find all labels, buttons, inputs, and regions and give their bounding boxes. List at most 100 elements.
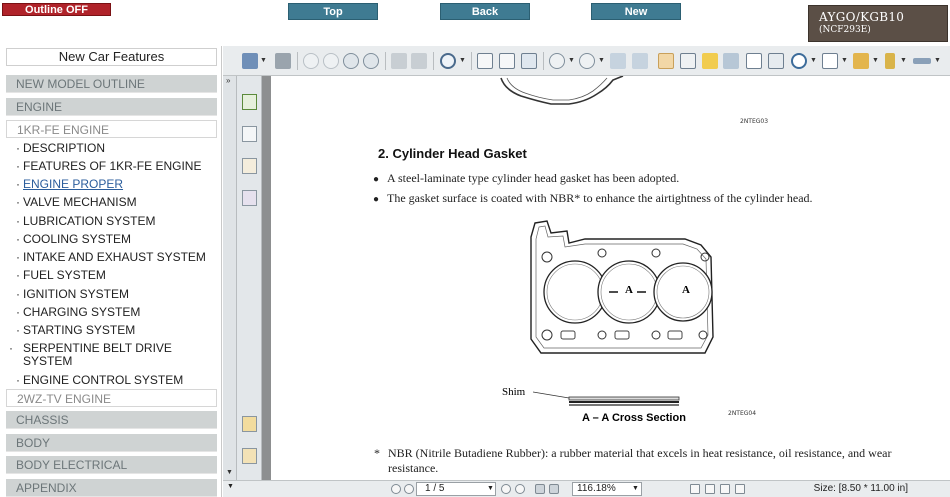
- attach-icon[interactable]: [885, 53, 895, 69]
- last-page-icon[interactable]: [363, 53, 379, 69]
- chevron-down-icon[interactable]: ▼: [841, 57, 848, 64]
- save-icon[interactable]: [242, 53, 258, 69]
- chevron-down-icon[interactable]: ▼: [487, 485, 494, 492]
- chevron-down-icon[interactable]: ▼: [632, 485, 639, 492]
- page-number-value: 1 / 5: [425, 483, 445, 494]
- page-number-field[interactable]: 1 / 5: [416, 482, 496, 496]
- chevron-down-icon[interactable]: ▼: [260, 57, 267, 64]
- back-arrow-icon[interactable]: [535, 484, 545, 494]
- forward-arrow-icon[interactable]: [411, 53, 427, 69]
- zoom-in-tool-icon[interactable]: [440, 53, 456, 69]
- nav-item-engine-proper[interactable]: · ENGINE PROPER: [16, 178, 212, 191]
- nav-item-ignition[interactable]: · IGNITION SYSTEM: [16, 288, 212, 301]
- nav-item-cooling[interactable]: · COOLING SYSTEM: [16, 233, 212, 246]
- next-page-icon[interactable]: [501, 484, 511, 494]
- actual-size-icon[interactable]: [477, 53, 493, 69]
- shim-label: Shim: [502, 386, 526, 398]
- rotate-icon[interactable]: [610, 53, 626, 69]
- figure-fragment: [500, 76, 624, 105]
- zoom-out-icon[interactable]: [549, 53, 565, 69]
- section-title: 2. Cylinder Head Gasket: [378, 146, 527, 161]
- app-window: Outline OFF Top Back New AYGO/KGB10 (NCF…: [0, 0, 950, 497]
- bullet-text: A steel-laminate type cylinder head gask…: [387, 171, 680, 185]
- comment-icon[interactable]: [853, 53, 869, 69]
- layers-icon[interactable]: [242, 190, 257, 206]
- last-page-icon[interactable]: [515, 484, 525, 494]
- chevrons-right-icon[interactable]: »: [226, 76, 230, 85]
- typewriter-icon[interactable]: [822, 53, 838, 69]
- pdf-page: 2NTEG03 2. Cylinder Head Gasket ● A steel…: [271, 76, 950, 480]
- pages-icon[interactable]: [632, 53, 648, 69]
- first-page-icon[interactable]: [391, 484, 401, 494]
- category-body[interactable]: BODY: [6, 434, 217, 452]
- previous-page-icon[interactable]: [404, 484, 414, 494]
- attachments-panel-icon[interactable]: [242, 448, 257, 464]
- single-page-icon[interactable]: [690, 484, 700, 494]
- chevron-down-icon[interactable]: ▼: [227, 483, 234, 490]
- forward-arrow-icon[interactable]: [549, 484, 559, 494]
- nav-item-valve-mechanism[interactable]: · VALVE MECHANISM: [16, 196, 212, 209]
- pages-panel-icon[interactable]: [242, 126, 257, 142]
- chevron-down-icon[interactable]: ▼: [810, 57, 817, 64]
- toolbar-separator: [433, 52, 434, 70]
- continuous-icon[interactable]: [705, 484, 715, 494]
- facing-icon[interactable]: [720, 484, 730, 494]
- hand-tool-icon[interactable]: [658, 53, 674, 69]
- nav-item-label: COOLING SYSTEM: [23, 232, 132, 246]
- nav-item-serpentine-belt[interactable]: · SERPENTINE BELT DRIVE SYSTEM: [9, 342, 186, 368]
- category-1kr-fe-engine[interactable]: 1KR-FE ENGINE: [6, 120, 217, 138]
- nav-item-charging[interactable]: · CHARGING SYSTEM: [16, 306, 212, 319]
- snapshot-icon[interactable]: [680, 53, 696, 69]
- print-icon[interactable]: [275, 53, 291, 69]
- select-arrow-icon[interactable]: [702, 53, 718, 69]
- outline-toggle-button[interactable]: Outline OFF: [2, 3, 111, 16]
- section-marker-left: A: [625, 284, 633, 296]
- zoom-in-icon[interactable]: [579, 53, 595, 69]
- category-appendix[interactable]: APPENDIX: [6, 479, 217, 497]
- chevron-down-icon[interactable]: ▼: [568, 57, 575, 64]
- category-chassis[interactable]: CHASSIS: [6, 411, 217, 429]
- new-button[interactable]: New: [591, 3, 681, 20]
- chevron-down-icon[interactable]: ▼: [226, 469, 233, 476]
- ellipse-tool-icon[interactable]: [791, 53, 807, 69]
- chevron-down-icon[interactable]: ▼: [598, 57, 605, 64]
- chevron-down-icon[interactable]: ▼: [872, 57, 879, 64]
- next-page-icon[interactable]: [343, 53, 359, 69]
- nav-item-features[interactable]: · FEATURES OF 1KR-FE ENGINE: [16, 160, 212, 173]
- nav-item-description[interactable]: · DESCRIPTION: [16, 142, 212, 155]
- section-marker-right: A: [682, 284, 690, 296]
- fit-page-icon[interactable]: [499, 53, 515, 69]
- first-page-icon[interactable]: [303, 53, 319, 69]
- nav-item-intake-exhaust[interactable]: · INTAKE AND EXHAUST SYSTEM: [16, 251, 212, 264]
- model-code: (NCF293E): [819, 25, 871, 35]
- chevron-down-icon[interactable]: ▼: [900, 57, 907, 64]
- measure-icon[interactable]: [913, 58, 931, 64]
- continuous-facing-icon[interactable]: [735, 484, 745, 494]
- back-arrow-icon[interactable]: [391, 53, 407, 69]
- image-tool-icon[interactable]: [768, 53, 784, 69]
- bullet-icon: ●: [373, 194, 380, 205]
- text-tool-icon[interactable]: [746, 53, 762, 69]
- category-engine[interactable]: ENGINE: [6, 98, 217, 116]
- nav-item-fuel[interactable]: · FUEL SYSTEM: [16, 269, 212, 282]
- previous-page-icon[interactable]: [323, 53, 339, 69]
- category-2wz-tv-engine[interactable]: 2WZ-TV ENGINE: [6, 389, 217, 407]
- back-button[interactable]: Back: [440, 3, 530, 20]
- category-new-model-outline[interactable]: NEW MODEL OUTLINE: [6, 75, 217, 93]
- document-view[interactable]: 2NTEG03 2. Cylinder Head Gasket ● A steel…: [262, 76, 950, 480]
- nav-item-lubrication[interactable]: · LUBRICATION SYSTEM: [16, 215, 212, 228]
- signatures-icon[interactable]: [242, 158, 257, 174]
- bookmarks-icon[interactable]: [242, 94, 257, 110]
- find-icon[interactable]: [723, 53, 739, 69]
- chevron-down-icon[interactable]: ▼: [459, 57, 466, 64]
- top-button[interactable]: Top: [288, 3, 378, 20]
- comments-panel-icon[interactable]: [242, 416, 257, 432]
- nav-item-label: IGNITION SYSTEM: [23, 287, 130, 301]
- collapse-strip[interactable]: » ▼: [223, 76, 237, 480]
- fit-width-icon[interactable]: [521, 53, 537, 69]
- nav-item-engine-control[interactable]: · ENGINE CONTROL SYSTEM: [16, 374, 212, 387]
- chevron-down-icon[interactable]: ▼: [934, 57, 941, 64]
- bullet-item: ● A steel-laminate type cylinder head gas…: [373, 171, 679, 186]
- nav-item-starting[interactable]: · STARTING SYSTEM: [16, 324, 212, 337]
- category-body-electrical[interactable]: BODY ELECTRICAL: [6, 456, 217, 474]
